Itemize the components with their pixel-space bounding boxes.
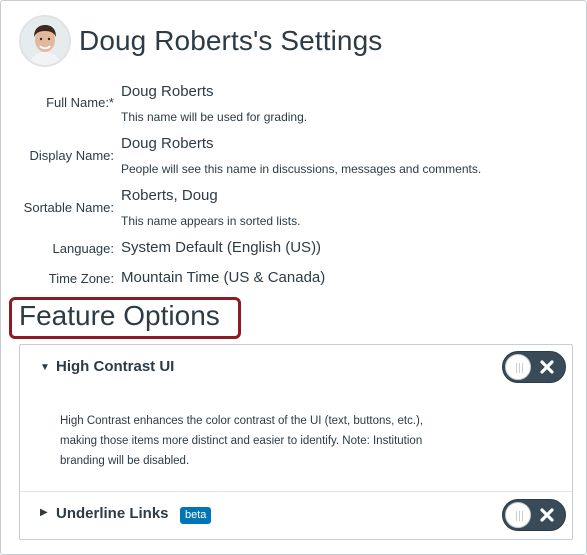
close-icon xyxy=(540,360,554,374)
feature-name[interactable]: Underline Links xyxy=(56,505,169,522)
feature-options-list: ▼ High Contrast UI High Contrast enhance… xyxy=(19,344,573,540)
display-name-value: Doug Roberts xyxy=(121,135,214,152)
language-label: Language: xyxy=(52,241,114,256)
settings-panel: Doug Roberts's Settings Full Name:* Doug… xyxy=(0,0,587,555)
feature-options-title: Feature Options xyxy=(19,300,220,331)
caret-right-icon[interactable]: ▶ xyxy=(40,507,48,518)
feature-name[interactable]: High Contrast UI xyxy=(56,358,174,375)
feature-description: High Contrast enhances the color contras… xyxy=(60,415,424,467)
sortable-name-hint: This name appears in sorted lists. xyxy=(121,214,301,228)
sortable-name-label: Sortable Name: xyxy=(23,200,114,215)
grip-line xyxy=(516,511,517,521)
grip-line xyxy=(519,363,520,373)
caret-down-icon[interactable]: ▼ xyxy=(40,362,50,373)
full-name-label: Full Name:* xyxy=(46,95,114,110)
underline-links-toggle[interactable] xyxy=(502,499,566,531)
display-name-hint: People will see this name in discussions… xyxy=(121,162,482,176)
time-zone-label: Time Zone: xyxy=(48,271,114,286)
feature-underline-links[interactable]: ▶ Underline Links beta xyxy=(20,493,572,537)
grip-line xyxy=(519,511,520,521)
full-name-value: Doug Roberts xyxy=(121,83,214,100)
page-title: Doug Roberts's Settings xyxy=(79,25,383,56)
grip-line xyxy=(522,363,523,373)
display-name-label: Display Name: xyxy=(29,148,114,163)
high-contrast-toggle[interactable] xyxy=(502,351,566,383)
avatar[interactable] xyxy=(19,15,71,67)
toggle-knob xyxy=(505,502,531,528)
grip-line xyxy=(516,363,517,373)
toggle-knob xyxy=(505,354,531,380)
divider xyxy=(20,491,572,492)
language-value: System Default (English (US)) xyxy=(121,239,322,256)
grip-line xyxy=(522,511,523,521)
sortable-name-value: Roberts, Doug xyxy=(121,187,218,204)
feature-high-contrast[interactable]: ▼ High Contrast UI xyxy=(20,345,572,389)
beta-badge: beta xyxy=(180,507,212,524)
close-icon xyxy=(540,508,554,522)
user-portrait xyxy=(21,17,69,65)
time-zone-value: Mountain Time (US & Canada) xyxy=(121,269,326,286)
page-header: Doug Roberts's Settings xyxy=(19,13,382,69)
full-name-hint: This name will be used for grading. xyxy=(121,110,308,124)
